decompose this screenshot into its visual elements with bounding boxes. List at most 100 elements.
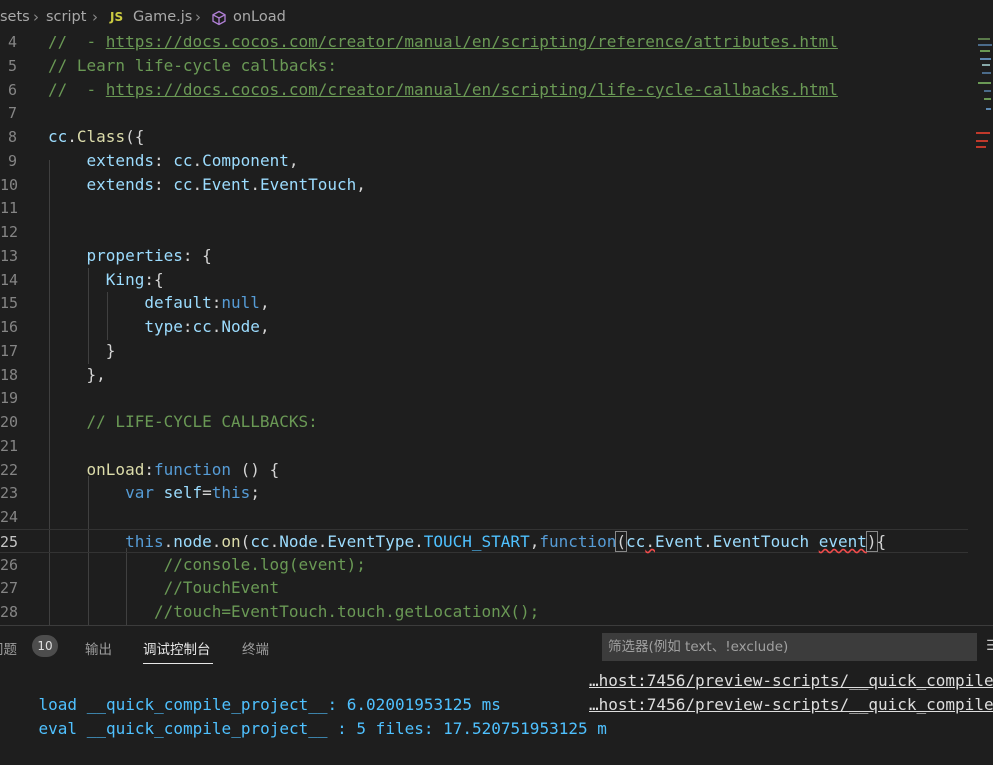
tab-problems[interactable]: 问题 (0, 638, 17, 658)
code-token: self (163, 483, 203, 502)
code-token: ({ (125, 127, 145, 146)
code-line[interactable]: 20 // LIFE-CYCLE CALLBACKS: (0, 410, 968, 434)
breadcrumb-file-game-js[interactable]: Game.js (133, 9, 192, 25)
code-token: cc (173, 175, 193, 194)
code-line[interactable]: 11 (0, 196, 968, 220)
code-text: //touch=EventTouch.touch.getLocationX(); (48, 600, 539, 624)
code-line[interactable]: 21 (0, 434, 968, 458)
breadcrumb: sets › script › JS Game.js › onLoad (0, 0, 993, 36)
code-token: extends (48, 151, 154, 170)
code-token: //touch=EventTouch.touch.getLocationX(); (48, 602, 540, 621)
code-line[interactable]: 6 // - https://docs.cocos.com/creator/man… (0, 78, 968, 102)
code-token: () { (231, 460, 280, 479)
code-token: { (876, 532, 887, 551)
code-text: extends: cc.Component, (48, 149, 299, 173)
code-token: , (259, 317, 270, 336)
minimap-line (986, 108, 991, 110)
console-source-link[interactable]: …host:7456/preview-scripts/__quick_compi… (589, 669, 993, 693)
code-text: // LIFE-CYCLE CALLBACKS: (48, 410, 318, 434)
code-token: ) (865, 531, 878, 552)
breadcrumb-symbol-onload[interactable]: onLoad (233, 9, 286, 25)
code-text: default:null, (48, 291, 269, 315)
breadcrumb-folder-assets[interactable]: sets (0, 9, 30, 25)
code-token: Node (221, 317, 260, 336)
minimap-line (978, 44, 992, 46)
code-text: cc.Class({ (48, 125, 144, 149)
code-token: , (529, 532, 540, 551)
line-number: 28 (0, 603, 19, 621)
minimap[interactable] (968, 36, 993, 625)
code-line[interactable]: 8 cc.Class({ (0, 125, 968, 149)
code-text: //console.log(event); (48, 553, 366, 577)
code-token: cc (173, 151, 193, 170)
code-token: ( (240, 532, 251, 551)
breadcrumb-folder-script[interactable]: script (46, 9, 86, 25)
code-line[interactable]: 12 (0, 220, 968, 244)
code-line[interactable]: 18 }, (0, 363, 968, 387)
tab-output[interactable]: 输出 (85, 638, 112, 658)
code-token: node (173, 532, 212, 551)
code-line[interactable]: 23 var self=this; (0, 481, 968, 505)
code-token: cc (48, 127, 68, 146)
line-number: 24 (0, 508, 19, 526)
code-line[interactable]: 26 //console.log(event); (0, 553, 968, 577)
minimap-line (982, 64, 990, 66)
console-line: eval __quick_compile_project__ : 5 files… (0, 693, 607, 765)
tab-terminal[interactable]: 终端 (242, 638, 269, 658)
code-line[interactable]: 27 //TouchEvent (0, 576, 968, 600)
code-token: function (153, 460, 232, 479)
minimap-line (980, 58, 991, 60)
console-filter-input[interactable]: 筛选器(例如 text、!exclude) (602, 633, 977, 661)
code-line[interactable]: 14 King:{ (0, 268, 968, 292)
code-text: // - https://docs.cocos.com/creator/manu… (48, 78, 838, 102)
code-token: // LIFE-CYCLE CALLBACKS: (48, 412, 318, 431)
filter-menu-icon[interactable]: ☰ (986, 638, 993, 654)
code-token: . (250, 175, 260, 194)
code-token: ; (250, 483, 260, 502)
code-line[interactable]: 7 (0, 101, 968, 125)
line-number: 19 (0, 389, 19, 407)
code-token: cc (250, 532, 270, 551)
code-line[interactable]: 13 properties: { (0, 244, 968, 268)
code-line[interactable]: 17 } (0, 339, 968, 363)
code-line[interactable]: 5 // Learn life-cycle callbacks: (0, 54, 968, 78)
minimap-error-marker (976, 146, 986, 148)
line-number: 10 (0, 176, 19, 194)
code-token: function (539, 532, 617, 551)
chevron-right-icon: › (195, 8, 201, 26)
code-token: event (818, 532, 867, 551)
code-line[interactable]: 15 default:null, (0, 291, 968, 315)
chevron-right-icon: › (92, 8, 98, 26)
minimap-error-marker (976, 132, 990, 134)
code-token: //console.log(event); (48, 555, 366, 574)
code-line[interactable]: 10 extends: cc.Event.EventTouch, (0, 173, 968, 197)
code-token: : { (182, 246, 212, 265)
code-text: // Learn life-cycle callbacks: (48, 54, 337, 78)
code-line[interactable]: 19 (0, 386, 968, 410)
code-line[interactable]: 16 type:cc.Node, (0, 315, 968, 339)
line-number: 15 (0, 294, 19, 312)
line-number: 9 (7, 152, 17, 170)
code-token: Node (279, 532, 318, 551)
code-line[interactable]: 22 onLoad:function () { (0, 458, 968, 482)
code-token: Event (202, 175, 251, 194)
line-number: 7 (7, 104, 17, 122)
code-token: https://docs.cocos.com/creator/manual/en… (105, 36, 838, 51)
method-cube-icon (212, 10, 226, 26)
code-token: . (414, 532, 424, 551)
console-source-link[interactable]: …host:7456/preview-scripts/__quick_compi… (589, 693, 993, 717)
code-text: extends: cc.Event.EventTouch, (48, 173, 366, 197)
code-line[interactable]: 4 // - https://docs.cocos.com/creator/man… (0, 36, 968, 54)
code-line[interactable]: 28 //touch=EventTouch.touch.getLocationX… (0, 600, 968, 624)
code-editor[interactable]: 4 // - https://docs.cocos.com/creator/man… (0, 36, 968, 625)
code-token: // - (48, 80, 106, 99)
code-line[interactable]: 25 this.node.on(cc.Node.EventType.TOUCH_… (0, 529, 968, 553)
code-token: type (48, 317, 183, 336)
code-token: : (182, 317, 193, 336)
line-number: 27 (0, 579, 19, 597)
code-line[interactable]: 24 (0, 505, 968, 529)
code-line[interactable]: 9 extends: cc.Component, (0, 149, 968, 173)
tab-debug-console[interactable]: 调试控制台 (143, 638, 211, 658)
